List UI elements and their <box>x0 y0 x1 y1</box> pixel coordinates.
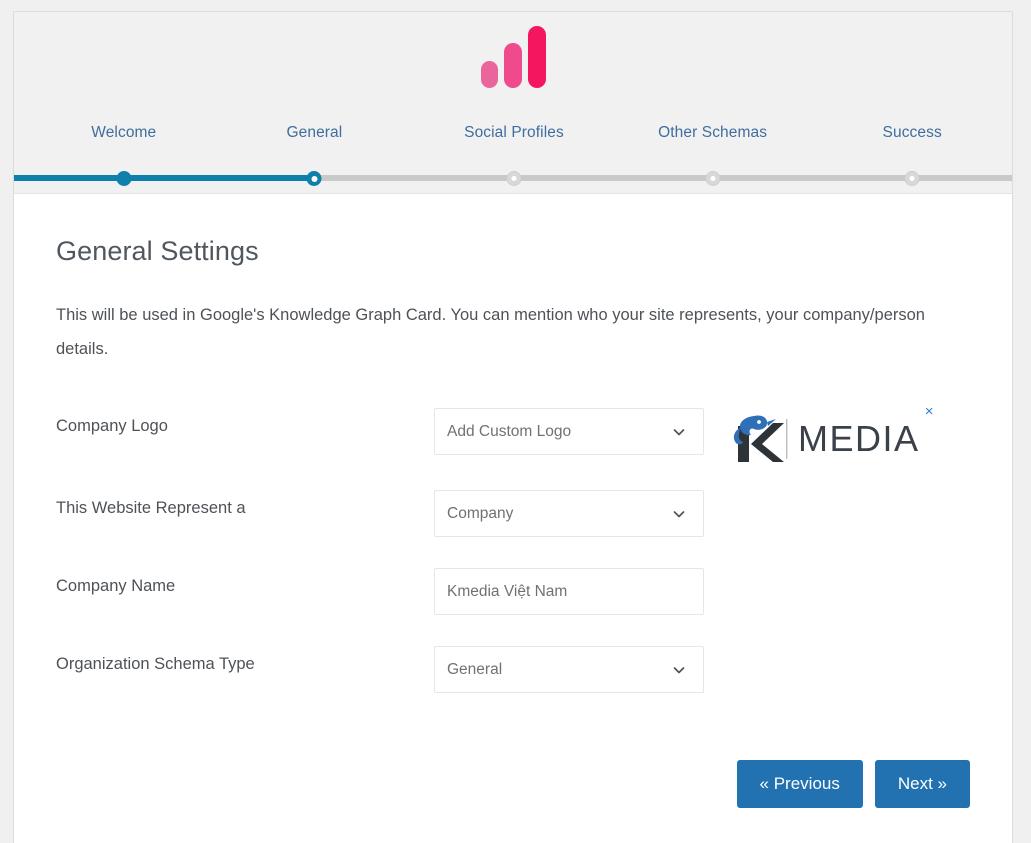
logo-bar-small <box>480 61 498 88</box>
step-success[interactable]: Success <box>883 122 942 144</box>
chevron-down-icon <box>671 506 687 522</box>
company-logo-value: Add Custom Logo <box>447 422 572 440</box>
page-description: This will be used in Google's Knowledge … <box>56 306 925 358</box>
step-label: Social Profiles <box>464 124 564 141</box>
form-row-website-represents: This Website Represent a Company <box>56 490 970 546</box>
wizard-header: Welcome General Social Profiles Other Sc… <box>14 12 1012 194</box>
kmedia-superscript: × <box>924 403 934 420</box>
previous-button[interactable]: « Previous <box>736 760 863 808</box>
kmedia-logo: MEDIA × <box>724 404 934 467</box>
wizard-stepper: Welcome General Social Profiles Other Sc… <box>14 122 1012 192</box>
kmedia-wordmark: MEDIA × <box>798 404 934 459</box>
label-website-represents: This Website Represent a <box>56 499 246 517</box>
step-node-welcome[interactable] <box>116 171 132 186</box>
form-row-organization-schema-type: Organization Schema Type General <box>56 646 970 702</box>
wizard-page: Welcome General Social Profiles Other Sc… <box>0 0 1031 843</box>
form-row-company-name: Company Name Kmedia Việt Nam <box>56 568 970 624</box>
control-organization-schema-type: General <box>434 646 704 693</box>
logo-bar-medium <box>503 43 522 88</box>
page-title: General Settings <box>56 236 259 266</box>
next-button[interactable]: Next » <box>874 760 970 808</box>
step-node-general[interactable] <box>306 171 322 186</box>
website-represents-select[interactable]: Company <box>434 490 704 537</box>
step-label: Success <box>882 124 942 141</box>
control-company-logo: Add Custom Logo <box>434 408 704 455</box>
control-company-name: Kmedia Việt Nam <box>434 568 704 615</box>
kmedia-wordmark-text: MEDIA <box>798 418 920 459</box>
organization-schema-type-value: General <box>447 660 503 678</box>
kmedia-divider <box>786 419 788 459</box>
step-social-profiles[interactable]: Social Profiles <box>464 122 564 144</box>
step-welcome[interactable]: Welcome <box>91 122 156 144</box>
step-label: General <box>286 124 343 141</box>
stepper-track-progress <box>14 175 315 181</box>
analytics-bars-logo <box>14 26 1012 88</box>
wizard-body: General Settings This will be used in Go… <box>14 194 1012 843</box>
stepper-track <box>14 169 1012 187</box>
step-label: Welcome <box>91 124 157 141</box>
chevron-down-icon <box>671 662 687 678</box>
website-represents-value: Company <box>447 504 514 522</box>
label-company-name: Company Name <box>56 577 176 595</box>
control-website-represents: Company <box>434 490 704 537</box>
step-label: Other Schemas <box>658 124 768 141</box>
step-node-social-profiles[interactable] <box>506 171 522 186</box>
company-name-input-wrap[interactable]: Kmedia Việt Nam <box>434 568 704 615</box>
company-logo-preview: MEDIA × <box>724 404 934 468</box>
label-organization-schema-type: Organization Schema Type <box>56 655 255 673</box>
company-name-value: Kmedia Việt Nam <box>447 582 568 600</box>
stepper-labels: Welcome General Social Profiles Other Sc… <box>14 122 1012 152</box>
step-other-schemas[interactable]: Other Schemas <box>658 122 767 144</box>
wizard-navigation: « Previous Next » <box>56 724 970 843</box>
label-company-logo: Company Logo <box>56 417 168 435</box>
setup-wizard-card: Welcome General Social Profiles Other Sc… <box>13 11 1013 843</box>
chevron-down-icon <box>671 424 687 440</box>
step-node-success[interactable] <box>904 171 920 186</box>
step-node-other-schemas[interactable] <box>705 171 721 186</box>
organization-schema-type-select[interactable]: General <box>434 646 704 693</box>
logo-bar-large <box>527 26 546 88</box>
kmedia-k-icon <box>733 415 784 462</box>
form-row-company-logo: Company Logo Add Custom Logo MEDIA × <box>56 404 970 468</box>
company-logo-select[interactable]: Add Custom Logo <box>434 408 704 455</box>
step-general[interactable]: General <box>286 122 342 144</box>
